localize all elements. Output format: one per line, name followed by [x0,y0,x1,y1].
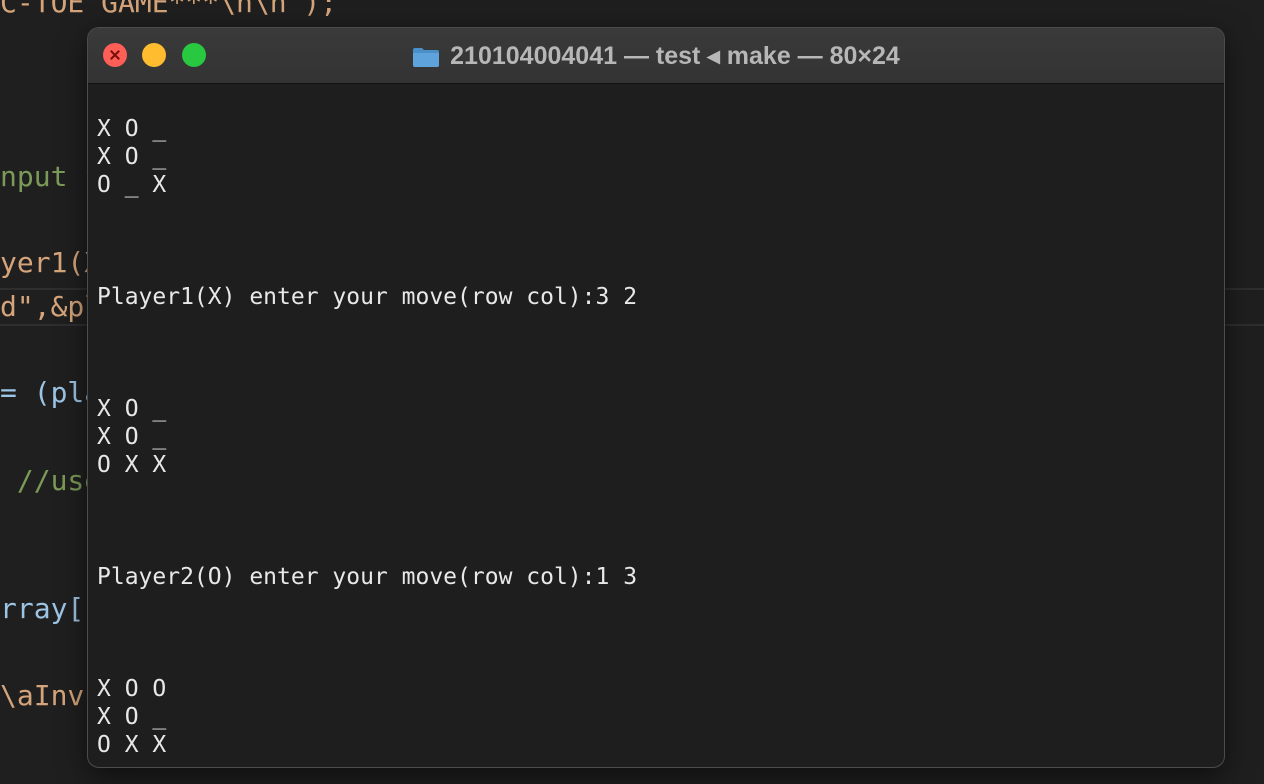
code-line-4: d",&pl [0,290,102,323]
code-line-8: \aInv [0,679,85,712]
code-line-1: C-TOE GAME***\n\n"); [0,0,338,19]
terminal-line: O X X [97,732,167,758]
folder-icon [413,47,440,67]
terminal-output[interactable]: X O _ X O _ O _ X Player1(X) enter your mov… [97,115,1214,759]
terminal-line: O X X [97,452,167,478]
window-title: 210104004041 — test ◂ make — 80×24 [450,41,900,70]
window-title-group: 210104004041 — test ◂ make — 80×24 [88,28,1224,83]
terminal-line: X O _ [97,116,167,142]
terminal-line: X O _ [97,424,167,450]
terminal-line: X O _ [97,704,167,730]
code-line-6: //use [0,464,102,497]
terminal-window[interactable]: 210104004041 — test ◂ make — 80×24 X O _… [87,27,1225,768]
code-line-5: = (pla [0,376,102,409]
terminal-line: X O _ [97,144,167,170]
terminal-line: X O O [97,676,167,702]
terminal-line: O _ X [97,172,167,198]
terminal-line: Player2(O) enter your move(row col):1 3 [97,564,638,590]
terminal-line: X O _ [97,396,167,422]
code-line-7: rray[ [0,592,85,625]
window-titlebar[interactable]: 210104004041 — test ◂ make — 80×24 [88,28,1224,84]
code-line-2: nput f [0,160,102,193]
terminal-line: Player1(X) enter your move(row col):3 2 [97,284,638,310]
code-line-3: yer1(X [0,246,102,279]
